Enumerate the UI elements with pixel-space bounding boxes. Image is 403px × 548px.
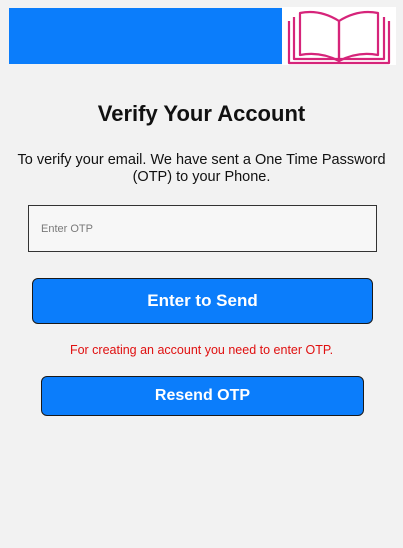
enter-to-send-button[interactable]: Enter to Send [32, 278, 373, 324]
verification-description: To verify your email. We have sent a One… [17, 152, 386, 185]
otp-input[interactable] [28, 205, 377, 252]
app-logo [282, 7, 396, 65]
resend-otp-button[interactable]: Resend OTP [41, 376, 364, 416]
page-title: Verify Your Account [97, 101, 306, 126]
open-book-icon [287, 10, 391, 65]
otp-error-message: For creating an account you need to ente… [69, 343, 334, 357]
